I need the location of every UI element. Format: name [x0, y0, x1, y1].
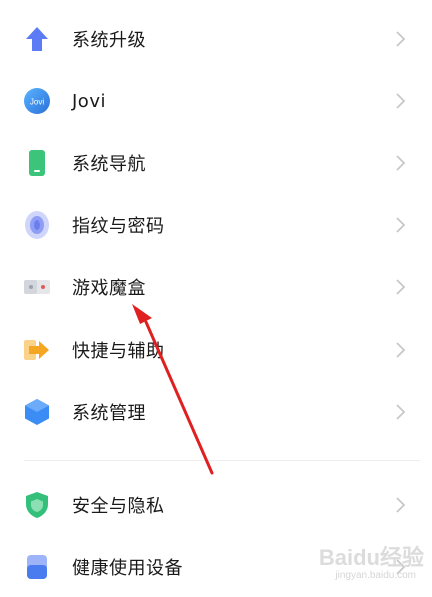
- fingerprint-icon: [23, 211, 51, 239]
- chevron-right-icon: [396, 404, 406, 420]
- jovi-icon-text: Jovi: [30, 98, 44, 107]
- shortcut-arrow-icon: [23, 336, 51, 364]
- system-management-hexagon-icon: [23, 398, 51, 426]
- settings-item-health-device-use[interactable]: 健康使用设备: [0, 537, 432, 597]
- settings-item-security-privacy[interactable]: 安全与隐私: [0, 475, 432, 535]
- navigation-phone-icon: [23, 149, 51, 177]
- settings-item-label: 系统导航: [72, 154, 146, 175]
- settings-item-label: 安全与隐私: [72, 496, 165, 517]
- settings-item-label: 游戏魔盒: [72, 278, 146, 299]
- health-device-icon: [23, 553, 51, 581]
- settings-item-label: 健康使用设备: [72, 558, 183, 579]
- settings-item-fingerprint-password[interactable]: 指纹与密码: [0, 195, 432, 255]
- settings-item-system-navigation[interactable]: 系统导航: [0, 133, 432, 193]
- settings-item-label: 快捷与辅助: [72, 341, 165, 362]
- chevron-right-icon: [396, 497, 406, 513]
- settings-item-label: 指纹与密码: [72, 216, 165, 237]
- settings-item-system-management[interactable]: 系统管理: [0, 382, 432, 442]
- chevron-right-icon: [396, 155, 406, 171]
- chevron-right-icon: [396, 279, 406, 295]
- chevron-right-icon: [396, 342, 406, 358]
- jovi-icon: Jovi: [23, 87, 51, 115]
- upgrade-arrow-icon: [23, 25, 51, 53]
- settings-item-label: 系统升级: [72, 30, 146, 51]
- chevron-right-icon: [396, 559, 406, 575]
- chevron-right-icon: [396, 31, 406, 47]
- settings-item-label: 系统管理: [72, 403, 146, 424]
- chevron-right-icon: [396, 93, 406, 109]
- settings-item-system-upgrade[interactable]: 系统升级: [0, 9, 432, 69]
- chevron-right-icon: [396, 217, 406, 233]
- section-divider: [24, 460, 420, 461]
- shield-icon: [23, 491, 51, 519]
- settings-item-game-box[interactable]: 游戏魔盒: [0, 257, 432, 317]
- settings-item-shortcut-assist[interactable]: 快捷与辅助: [0, 320, 432, 380]
- game-box-icon: [23, 273, 51, 301]
- settings-item-jovi[interactable]: Jovi Jovi: [0, 71, 432, 131]
- settings-item-label: Jovi: [72, 90, 106, 112]
